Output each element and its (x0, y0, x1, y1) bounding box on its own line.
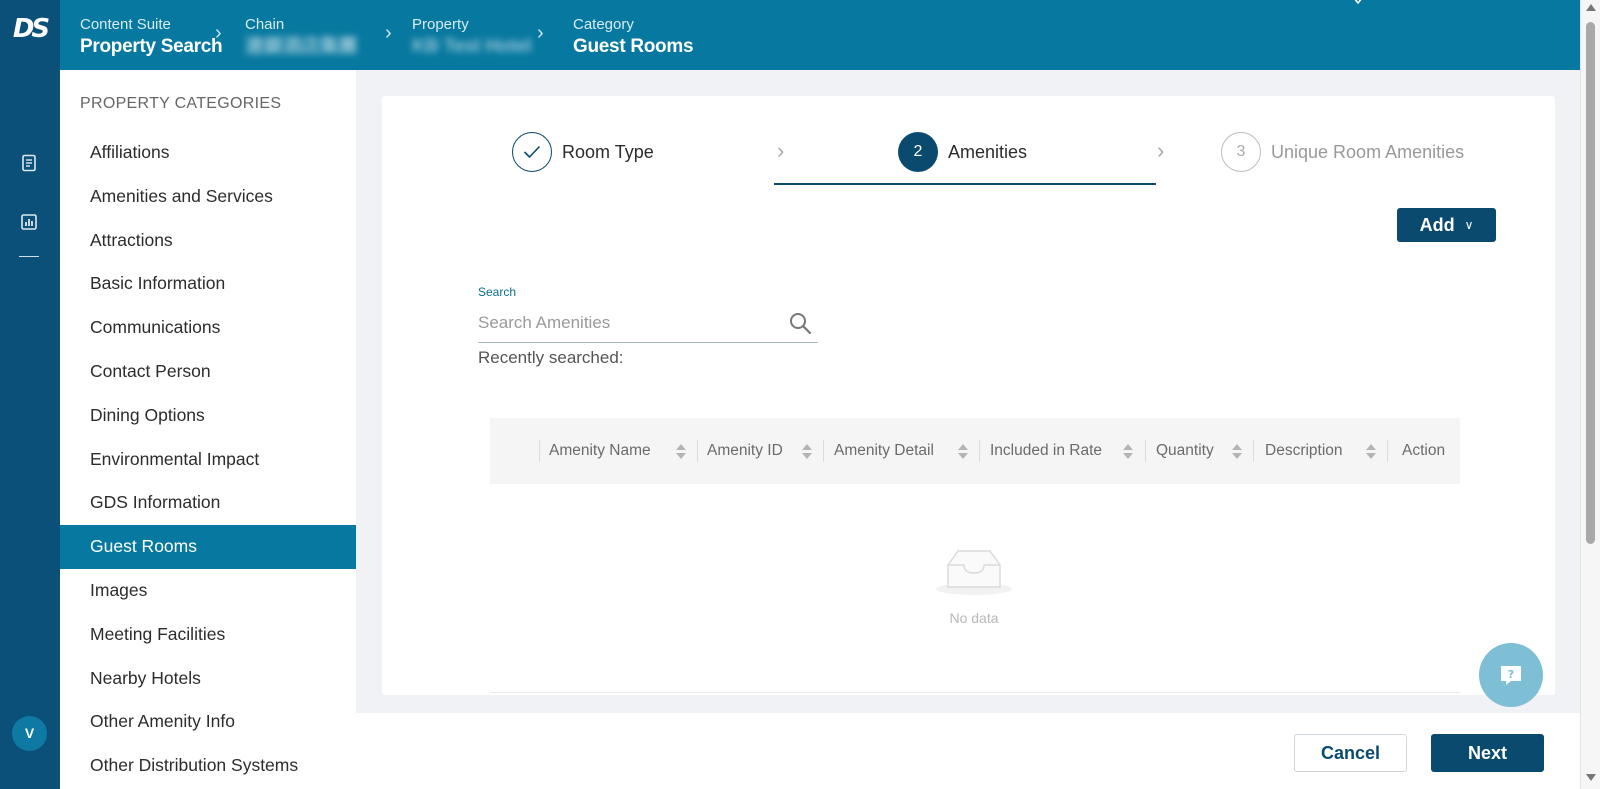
sidebar-item-other-distribution-systems[interactable]: Other Distribution Systems (60, 744, 356, 788)
step-label: Room Type (562, 141, 654, 162)
sidebar-item-meeting-facilities[interactable]: Meeting Facilities (60, 613, 356, 657)
chevron-right-icon: › (537, 22, 544, 44)
page-scrollbar[interactable] (1580, 0, 1600, 789)
check-icon (512, 132, 552, 172)
sort-icon[interactable] (676, 443, 686, 461)
breadcrumb-value: Guest Rooms (573, 36, 694, 57)
chart-icon[interactable] (20, 213, 38, 231)
document-icon[interactable] (20, 154, 38, 172)
table-bottom-border (490, 692, 1460, 693)
sidebar-item-environmental-impact[interactable]: Environmental Impact (60, 438, 356, 482)
sidebar-item-gds-information[interactable]: GDS Information (60, 481, 356, 525)
sidebar-item-nearby-hotels[interactable]: Nearby Hotels (60, 657, 356, 701)
scroll-up-icon[interactable] (1586, 4, 1596, 11)
sidebar-item-affiliations[interactable]: Affiliations (60, 131, 356, 175)
help-icon: ? (1501, 666, 1521, 685)
scroll-down-icon[interactable] (1586, 774, 1596, 781)
step-unique-room-amenities[interactable]: 3 Unique Room Amenities (1221, 132, 1464, 172)
sort-icon[interactable] (802, 443, 812, 461)
search-field (478, 305, 818, 343)
sidebar-item-communications[interactable]: Communications (60, 306, 356, 350)
column-header-amenity-id[interactable]: Amenity ID (707, 418, 783, 484)
breadcrumb-value: Property Search (80, 36, 223, 57)
step-label: Amenities (948, 141, 1028, 162)
column-divider (979, 440, 980, 462)
sidebar-item-images[interactable]: Images (60, 569, 356, 613)
column-header-included-in-rate[interactable]: Included in Rate (990, 418, 1102, 484)
sort-icon[interactable] (1232, 443, 1242, 461)
sidebar-item-other-amenity-info[interactable]: Other Amenity Info (60, 700, 356, 744)
breadcrumb-property[interactable]: Property KB Test Hotel (412, 16, 532, 60)
rail-divider (19, 256, 39, 257)
add-button-label: Add (1419, 214, 1455, 235)
sort-icon[interactable] (958, 443, 968, 461)
active-step-indicator (774, 183, 1156, 185)
sidebar-item-contact-person[interactable]: Contact Person (60, 350, 356, 394)
column-divider (1253, 440, 1254, 462)
column-divider (823, 440, 824, 462)
breadcrumb-value: 連鎖酒店集團 (245, 36, 358, 57)
help-chat-button[interactable]: ? (1479, 643, 1543, 707)
chevron-right-icon: › (215, 22, 222, 44)
sort-icon[interactable] (1366, 443, 1376, 461)
breadcrumb-chain[interactable]: Chain 連鎖酒店集團 (245, 16, 358, 60)
app-logo[interactable]: DS (0, 14, 60, 44)
column-divider (1387, 440, 1388, 462)
main-card (382, 96, 1555, 695)
amenities-table-header: Amenity Name Amenity ID Amenity Detail I… (490, 418, 1460, 484)
sidebar-item-guest-rooms[interactable]: Guest Rooms (60, 525, 356, 569)
next-button[interactable]: Next (1431, 734, 1544, 772)
sidebar-item-attractions[interactable]: Attractions (60, 219, 356, 263)
column-header-description[interactable]: Description (1265, 418, 1343, 484)
breadcrumb-category[interactable]: Category Guest Rooms (573, 16, 694, 60)
cancel-button[interactable]: Cancel (1294, 734, 1407, 772)
step-label: Unique Room Amenities (1271, 141, 1465, 162)
breadcrumb-label: Chain (245, 16, 285, 33)
breadcrumb-value: KB Test Hotel (412, 36, 532, 57)
step-room-type[interactable]: Room Type (512, 132, 654, 172)
step-number: 2 (898, 132, 938, 172)
left-rail: DS V (0, 0, 60, 789)
breadcrumb-label: Property (412, 16, 469, 33)
sidebar-title: PROPERTY CATEGORIES (80, 95, 282, 112)
breadcrumb-label: Content Suite (80, 16, 171, 33)
column-header-quantity[interactable]: Quantity (1156, 418, 1214, 484)
top-header: Content Suite Property Search › Chain 連鎖… (60, 0, 1580, 70)
search-icon[interactable] (788, 311, 812, 335)
step-amenities[interactable]: 2 Amenities (898, 132, 1027, 172)
column-divider (697, 440, 698, 462)
empty-state-text: No data (949, 610, 999, 626)
breadcrumb-content-suite[interactable]: Content Suite Property Search (80, 16, 223, 60)
scrollbar-thumb[interactable] (1586, 22, 1595, 544)
column-header-amenity-detail[interactable]: Amenity Detail (834, 418, 934, 484)
column-divider (539, 440, 540, 462)
step-number: 3 (1221, 132, 1261, 172)
chevron-right-icon: › (777, 138, 785, 163)
recently-searched-label: Recently searched: (478, 348, 624, 367)
search-input[interactable] (478, 309, 778, 337)
sidebar-item-basic-information[interactable]: Basic Information (60, 262, 356, 306)
column-header-action: Action (1402, 442, 1446, 459)
sidebar-item-dining-options[interactable]: Dining Options (60, 394, 356, 438)
chevron-down-icon: ∨ (1464, 218, 1474, 232)
chevron-right-icon: › (1157, 138, 1165, 163)
sidebar-item-amenities-and-services[interactable]: Amenities and Services (60, 175, 356, 219)
svg-text:?: ? (1508, 668, 1514, 681)
avatar[interactable]: V (12, 716, 47, 751)
breadcrumb-label: Category (573, 16, 634, 33)
category-list: Affiliations Amenities and Services Attr… (60, 131, 356, 788)
mouse-cursor-icon (1354, 0, 1362, 5)
column-divider (1145, 440, 1146, 462)
empty-inbox-icon (936, 550, 1012, 595)
sort-icon[interactable] (1123, 443, 1133, 461)
chevron-right-icon: › (385, 22, 392, 44)
add-button[interactable]: Add ∨ (1397, 208, 1496, 242)
column-header-amenity-name[interactable]: Amenity Name (549, 418, 651, 484)
search-label: Search (478, 285, 517, 299)
